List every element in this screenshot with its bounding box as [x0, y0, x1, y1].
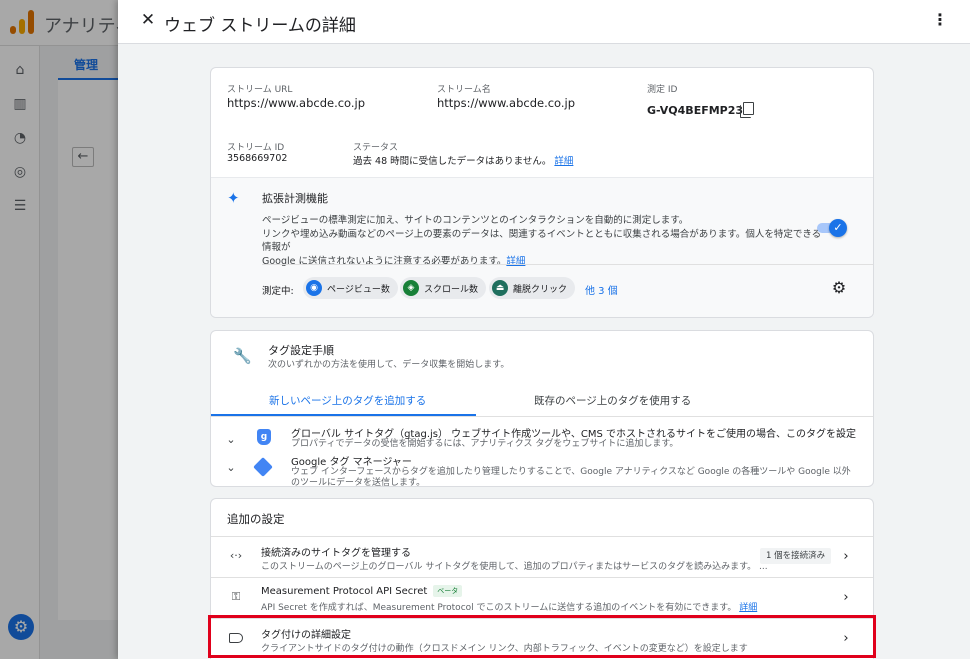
key-icon: ⚿ [231, 590, 241, 603]
tabs-divider [211, 416, 873, 417]
active-tab-indicator [211, 414, 476, 416]
stream-name-value: https://www.abcde.co.jp [437, 96, 576, 110]
more-events-link[interactable]: 他 3 個 [585, 282, 618, 297]
enhanced-measurement-section: ✦ 拡張計測機能 ページビューの標準測定に加え、サイトのコンテンツとのインタラク… [211, 177, 873, 317]
stream-id-label: ストリーム ID [227, 143, 285, 153]
advanced-tagging-title: タグ付けの詳細設定 [261, 630, 351, 641]
gtag-logo-icon: g [257, 429, 271, 445]
connected-tags-title: 接続済みのサイトタグを管理する [261, 548, 411, 559]
enhanced-measurement-toggle[interactable]: ✓ [817, 219, 847, 237]
manage-connected-site-tags-row[interactable]: ‹·› 接続済みのサイトタグを管理する このストリームのページ上のグローバル サ… [211, 536, 873, 577]
eye-icon: ◉ [306, 280, 322, 296]
sparkle-icon: ✦ [227, 189, 240, 207]
panel-title: ウェブ ストリームの詳細 [164, 16, 356, 36]
measuring-label: 測定中: [262, 286, 294, 297]
measurement-protocol-title-wrap: Measurement Protocol API Secret ベータ [261, 585, 463, 597]
scroll-icon: ◈ [403, 280, 419, 296]
measurement-id-label: 測定 ID [647, 85, 678, 95]
gtm-logo-icon [253, 457, 273, 477]
chevron-right-icon: › [843, 631, 849, 646]
status-label: ステータス [353, 143, 399, 153]
chevron-down-icon: ⌄ [226, 461, 236, 474]
measurement-protocol-row[interactable]: ⚿ Measurement Protocol API Secret ベータ API… [211, 577, 873, 618]
tab-use-existing-tag[interactable]: 既存のページ上のタグを使用する [534, 393, 691, 418]
enhanced-measurement-description: ページビューの標準測定に加え、サイトのコンテンツとのインタラクションを自動的に測… [262, 214, 822, 268]
measurement-protocol-desc-wrap: API Secret を作成すれば、Measurement Protocol で… [261, 600, 757, 613]
chevron-down-icon: ⌄ [226, 433, 236, 446]
chip-page-views-label: ページビュー数 [327, 284, 390, 295]
panel-header: ✕ ウェブ ストリームの詳細 ⋮ [118, 0, 970, 44]
status-value: 過去 48 時間に受信したデータはありません。 [353, 156, 552, 167]
beta-badge: ベータ [433, 585, 463, 597]
close-icon[interactable]: ✕ [138, 10, 158, 30]
more-vert-icon[interactable]: ⋮ [932, 10, 948, 30]
stream-url-value: https://www.abcde.co.jp [227, 96, 366, 110]
check-icon: ✓ [829, 219, 847, 237]
tagging-subtitle: 次のいずれかの方法を使用して、データ収集を開始します。 [268, 360, 510, 370]
stream-url-label: ストリーム URL [227, 85, 293, 95]
method-gtag-title: グローバル サイトタグ（gtag.js） ウェブサイト作成ツールや、CMS でホ… [291, 429, 857, 440]
chip-scrolls-label: スクロール数 [424, 284, 479, 295]
mouse-icon: ⏏ [492, 280, 508, 296]
enhanced-measurement-title: 拡張計測機能 [262, 192, 328, 205]
code-arrows-icon: ‹·› [229, 549, 243, 562]
chip-scrolls[interactable]: ◈ スクロール数 [400, 277, 487, 299]
stream-details-panel: ✕ ウェブ ストリームの詳細 ⋮ ストリーム URL https://www.a… [118, 0, 970, 659]
chip-outbound-clicks-label: 離脱クリック [513, 284, 568, 295]
chip-page-views[interactable]: ◉ ページビュー数 [303, 277, 398, 299]
advanced-tagging-settings-row[interactable]: タグ付けの詳細設定 クライアントサイドのタグ付けの動作（クロスドメイン リンク、… [211, 618, 873, 659]
measurement-id-value: G-VQ4BEFMP23 [647, 104, 744, 117]
method-gtm-desc: ウェブ インターフェースからタグを追加したり管理したりすることで、Google … [291, 467, 851, 487]
status-details-link[interactable]: 詳細 [554, 156, 573, 167]
stream-info-card: ストリーム URL https://www.abcde.co.jp ストリーム名… [210, 67, 874, 318]
wrench-icon: 🔧 [233, 347, 252, 365]
label-icon [229, 633, 243, 643]
enhanced-desc-line3-wrap: Google に送信されないように注意する必要があります。詳細 [262, 255, 822, 269]
measurement-protocol-desc: API Secret を作成すれば、Measurement Protocol で… [261, 603, 737, 613]
connected-tags-desc: このストリームのページ上のグローバル サイトタグを使用して、追加のプロパティまた… [261, 562, 768, 572]
connected-count-badge: 1 個を接続済み [760, 548, 832, 564]
advanced-tagging-desc: クライアントサイドのタグ付けの動作（クロスドメイン リンク、内部トラフィック、イ… [261, 644, 748, 654]
gear-icon[interactable]: ⚙ [830, 279, 848, 297]
copy-icon[interactable] [740, 102, 756, 119]
enhanced-desc-line1: ページビューの標準測定に加え、サイトのコンテンツとのインタラクションを自動的に測… [262, 215, 689, 226]
chip-outbound-clicks[interactable]: ⏏ 離脱クリック [489, 277, 576, 299]
measurement-protocol-title: Measurement Protocol API Secret [261, 586, 428, 597]
measurement-protocol-details-link[interactable]: 詳細 [739, 603, 757, 613]
tagging-instructions-card: 🔧 タグ設定手順 次のいずれかの方法を使用して、データ収集を開始します。 新しい… [210, 330, 874, 487]
method-gtm[interactable]: ⌄ Google タグ マネージャー ウェブ インターフェースからタグを追加した… [211, 449, 873, 486]
method-gtm-title: Google タグ マネージャー [291, 457, 412, 468]
tagging-title: タグ設定手順 [268, 344, 334, 357]
chevron-right-icon: › [843, 590, 849, 605]
stream-name-label: ストリーム名 [437, 85, 491, 95]
additional-settings-title: 追加の設定 [227, 512, 285, 526]
enhanced-divider [262, 264, 873, 265]
stream-id-value: 3568669702 [227, 153, 288, 164]
status-text: 過去 48 時間に受信したデータはありません。 詳細 [353, 153, 573, 167]
additional-settings-card: 追加の設定 ‹·› 接続済みのサイトタグを管理する このストリームのページ上のグ… [210, 498, 874, 659]
chevron-right-icon: › [843, 549, 849, 564]
enhanced-desc-line2: リンクや埋め込み動画などのページ上の要素のデータは、関連するイベントとともに収集… [262, 228, 822, 254]
